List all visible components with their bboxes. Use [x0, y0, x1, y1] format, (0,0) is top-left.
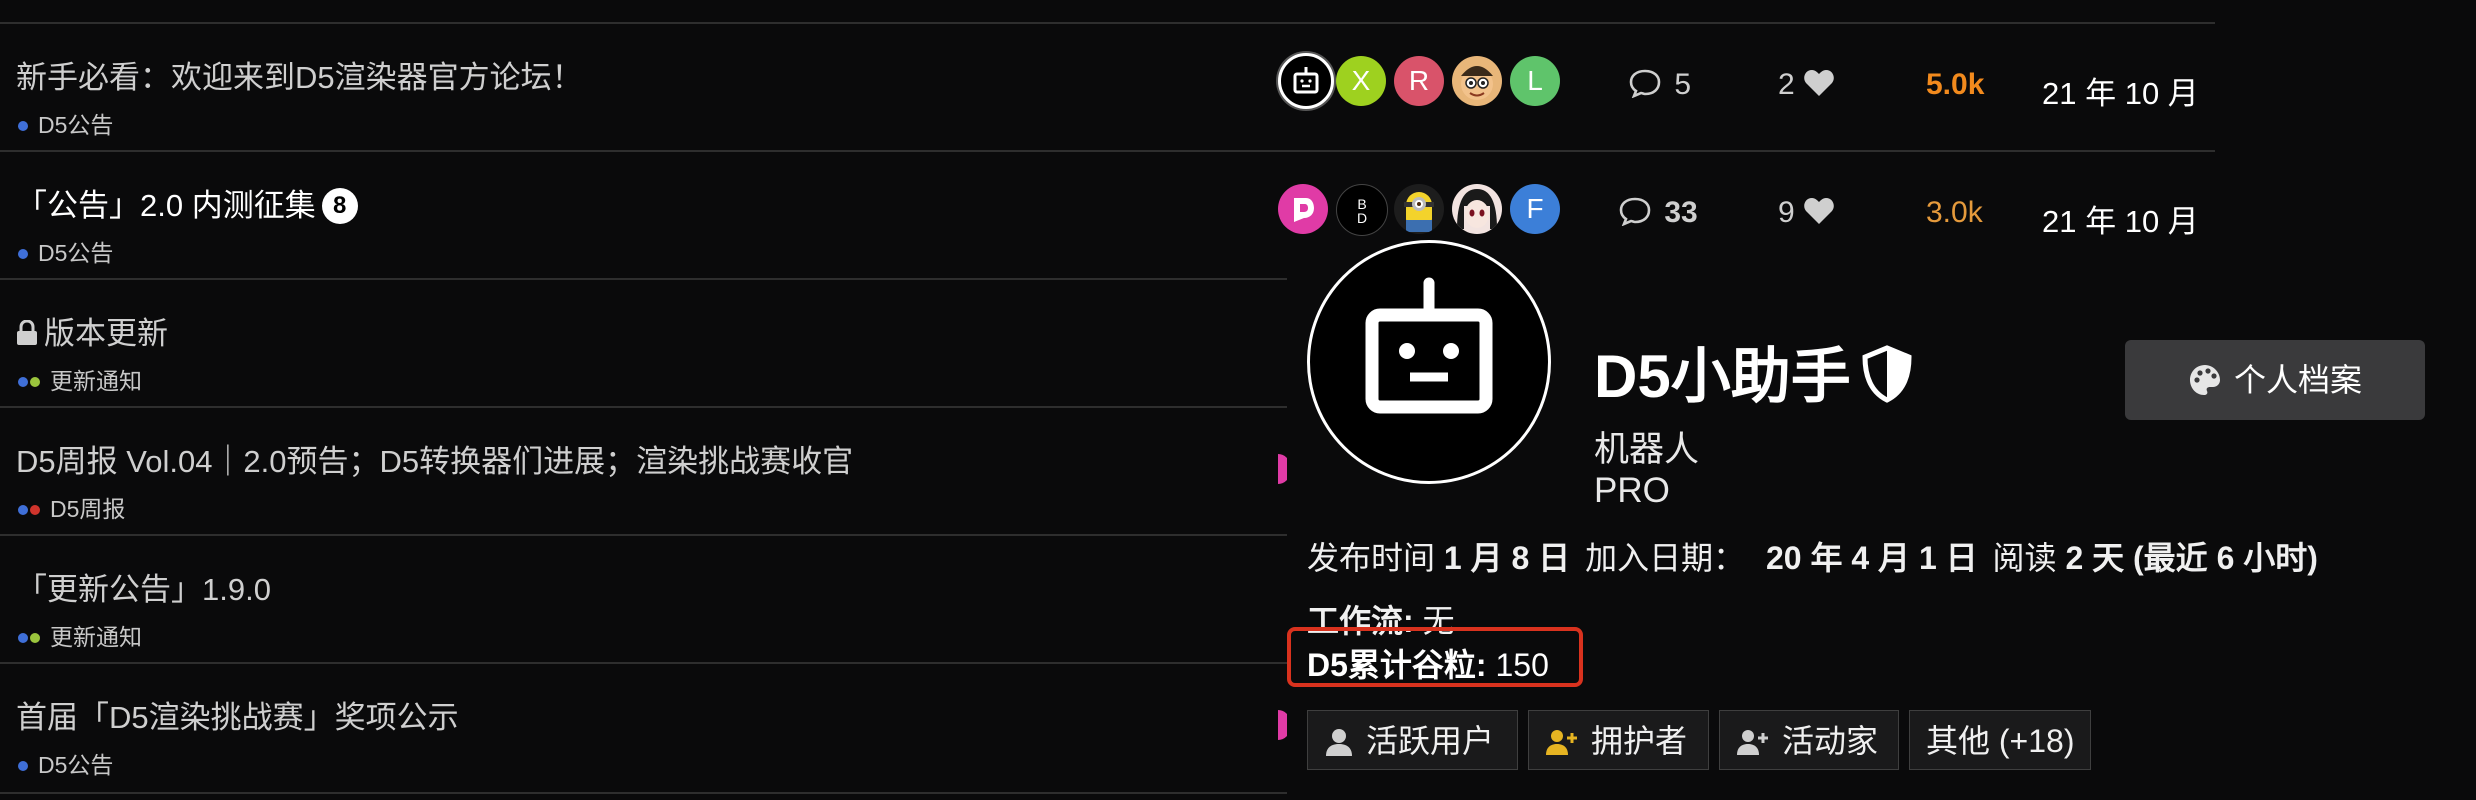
topic-title-link[interactable]: D5周报 Vol.04｜2.0预告；D5转换器们进展；渲染挑战赛收官	[16, 436, 853, 481]
topic-title-link[interactable]: 新手必看：欢迎来到D5渲染器官方论坛！	[16, 52, 583, 97]
category-color-dots	[18, 112, 30, 138]
avatar-anime[interactable]	[1452, 184, 1502, 234]
speech-bubble-icon	[1629, 69, 1661, 99]
speech-bubble-icon	[1619, 197, 1651, 227]
reply-count[interactable]: 33	[1618, 196, 1698, 230]
lock-icon	[17, 320, 37, 345]
svg-text:D: D	[1357, 210, 1367, 226]
avatar-logo[interactable]: B D	[1336, 184, 1388, 236]
cartoon-face-icon	[1461, 66, 1493, 100]
category-badge[interactable]: 更新通知	[18, 618, 142, 652]
avatar-d[interactable]	[1278, 184, 1328, 234]
user-primary-group[interactable]: PRO	[1594, 471, 1670, 511]
avatar-f[interactable]: F	[1510, 184, 1560, 234]
heart-icon	[1804, 70, 1834, 96]
robot-icon	[1365, 277, 1493, 414]
topic-title-link[interactable]: 「公告」2.0 内测征集 8	[16, 180, 358, 225]
avatar-r[interactable]: R	[1394, 56, 1444, 106]
minion-icon	[1404, 192, 1434, 232]
avatar-robot[interactable]	[1278, 53, 1334, 109]
user-card-avatar[interactable]	[1307, 240, 1551, 484]
category-color-dots	[18, 624, 42, 650]
category-color-dots	[18, 752, 30, 778]
user-plus-icon	[1546, 730, 1577, 755]
user-title: 机器人	[1594, 430, 1700, 469]
points-field: D5累计谷粒: 150	[1307, 647, 1549, 683]
category-badge[interactable]: 更新通知	[18, 362, 142, 396]
profile-button[interactable]: 个人档案	[2125, 340, 2425, 420]
reply-count[interactable]: 5	[1628, 68, 1691, 102]
user-card: D5小助手 机器人 PRO 个人档案 发布时间 1 月 8 日 加入日期： 20…	[1287, 240, 2476, 800]
heart-icon	[1804, 198, 1834, 224]
user-icon	[1326, 729, 1352, 756]
topic-title-link[interactable]: 首届「D5渲染挑战赛」奖项公示	[16, 692, 459, 737]
shield-icon	[1862, 345, 1912, 403]
monogram-icon: B D	[1357, 196, 1367, 226]
avatar-l[interactable]: L	[1510, 56, 1560, 106]
topic-row[interactable]: 新手必看：欢迎来到D5渲染器官方论坛！ D5公告 X R L 5 2 5.0k …	[0, 22, 2215, 152]
view-count: 3.0k	[1926, 196, 1983, 229]
category-color-dots	[18, 368, 42, 394]
avatar-minion[interactable]	[1394, 184, 1444, 234]
activity-date[interactable]: 21 年 10 月	[2042, 196, 2199, 241]
group-active-user[interactable]: 活跃用户	[1307, 710, 1518, 770]
unread-count-badge[interactable]: 8	[321, 188, 358, 224]
group-activist[interactable]: 活动家	[1719, 710, 1899, 770]
category-badge[interactable]: D5周报	[18, 490, 125, 524]
like-count[interactable]: 9	[1778, 196, 1835, 230]
avatar-x[interactable]: X	[1336, 56, 1386, 106]
brand-logo-icon	[1294, 198, 1314, 222]
palette-icon	[2189, 365, 2220, 395]
avatar-cartoon[interactable]	[1452, 56, 1502, 106]
user-plus-icon	[1737, 730, 1768, 755]
anime-face-icon	[1457, 189, 1497, 229]
group-supporter[interactable]: 拥护者	[1528, 710, 1709, 770]
category-badge[interactable]: D5公告	[18, 234, 113, 268]
like-count[interactable]: 2	[1778, 68, 1835, 102]
group-others[interactable]: 其他 (+18)	[1909, 710, 2091, 770]
topic-row[interactable]: 「公告」2.0 内测征集 8 D5公告 B D F 33 9 3.0k 21 年…	[0, 150, 2215, 280]
topic-title-link[interactable]: 版本更新	[16, 308, 168, 353]
category-color-dots	[18, 240, 30, 266]
topic-title-link[interactable]: 「更新公告」1.9.0	[16, 564, 271, 609]
category-badge[interactable]: D5公告	[18, 106, 113, 140]
user-meta: 发布时间 1 月 8 日 加入日期： 20 年 4 月 1 日 阅读 2 天 (…	[1307, 540, 2318, 576]
user-name[interactable]: D5小助手	[1594, 328, 1913, 415]
view-count: 5.0k	[1926, 68, 1985, 101]
category-badge[interactable]: D5公告	[18, 746, 113, 780]
category-color-dots	[18, 496, 42, 522]
robot-icon	[1293, 67, 1319, 94]
activity-date[interactable]: 21 年 10 月	[2042, 68, 2199, 113]
